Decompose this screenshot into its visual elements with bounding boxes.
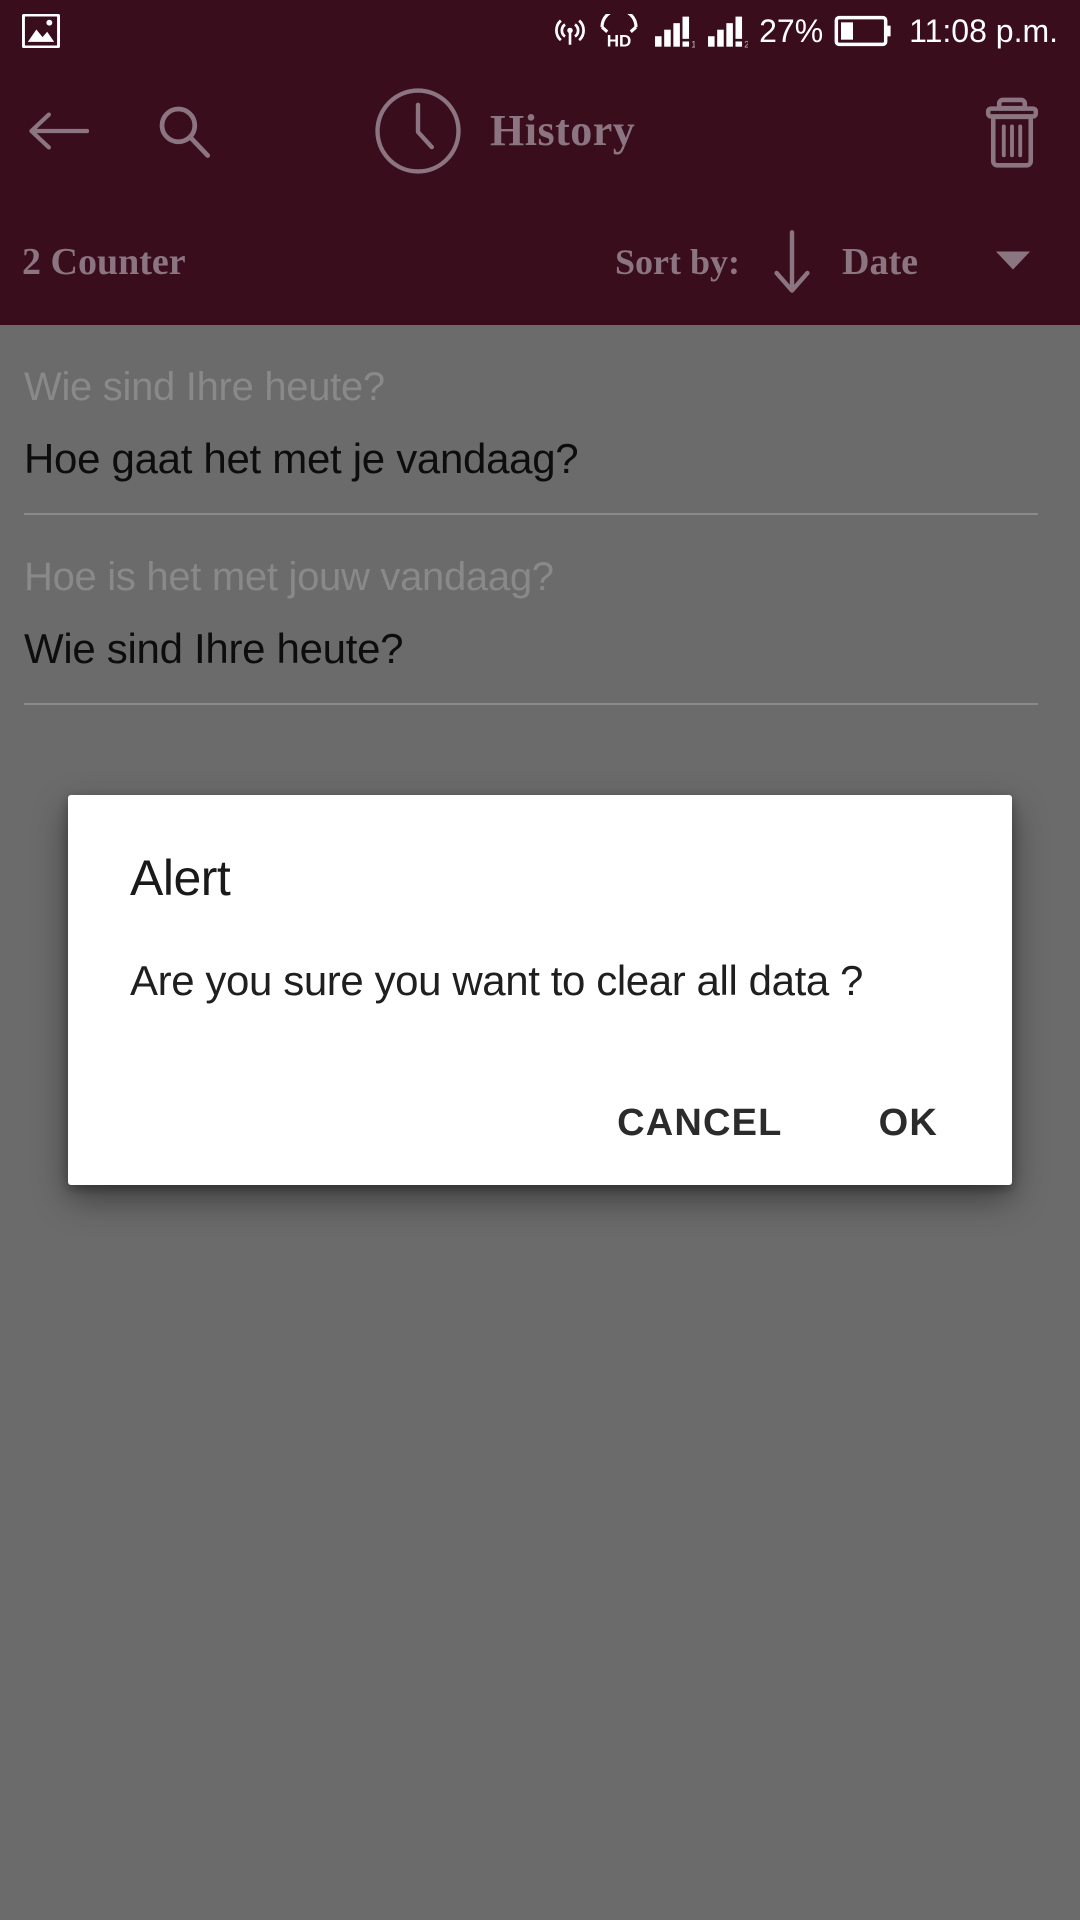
ok-button[interactable]: OK (853, 1082, 964, 1165)
alert-dialog: Alert Are you sure you want to clear all… (68, 795, 1012, 1185)
dialog-title: Alert (130, 850, 231, 906)
dialog-message: Are you sure you want to clear all data … (130, 957, 864, 1004)
phone-screen: HD 1 2 (0, 0, 1080, 1920)
cancel-button[interactable]: CANCEL (591, 1082, 809, 1165)
dialog-actions: CANCEL OK (591, 1082, 986, 1165)
